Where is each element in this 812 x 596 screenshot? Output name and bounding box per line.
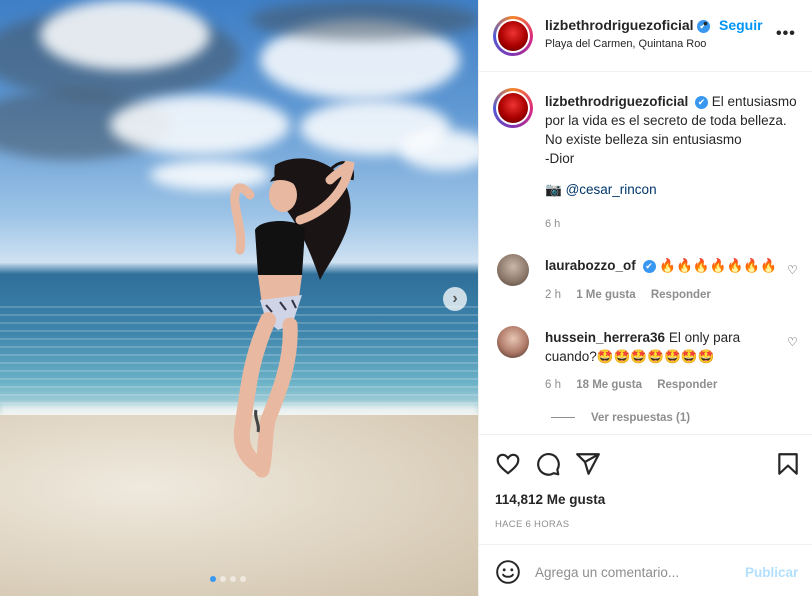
verified-badge-icon: ✔ bbox=[695, 95, 709, 109]
carousel-next-button[interactable]: › bbox=[443, 287, 467, 311]
cloud bbox=[40, 0, 210, 70]
cloud bbox=[250, 0, 478, 40]
header-username-text[interactable]: lizbethrodriguezoficial bbox=[545, 17, 694, 33]
comment-username[interactable]: laurabozzo_of bbox=[545, 258, 636, 273]
avatar-image bbox=[498, 21, 528, 51]
post-panel: lizbethrodriguezoficial ✔ • Seguir Playa … bbox=[478, 0, 812, 596]
comment-avatar[interactable] bbox=[497, 254, 529, 286]
comment-avatar[interactable] bbox=[497, 326, 529, 358]
comment-text: hussein_herrera36 El only para cuando?🤩🤩… bbox=[545, 328, 783, 366]
comment-text: laurabozzo_of ✔ 🔥🔥🔥🔥🔥🔥🔥 bbox=[545, 256, 783, 275]
separator-dot: • bbox=[703, 15, 708, 31]
caption-line: El entusiasmo bbox=[711, 94, 797, 109]
photo-credit: 📷 @cesar_rincon bbox=[545, 182, 657, 198]
comment-time[interactable]: 2 h bbox=[545, 289, 561, 301]
bookmark-icon[interactable] bbox=[775, 451, 801, 477]
caption-text: lizbethrodriguezoficial ✔ El entusiasmo … bbox=[545, 92, 803, 168]
comment-bar: Publicar bbox=[479, 544, 812, 596]
caption-avatar[interactable] bbox=[493, 88, 533, 128]
comment-likes[interactable]: 1 Me gusta bbox=[576, 289, 635, 301]
comment-body: 🔥🔥🔥🔥🔥🔥🔥 bbox=[659, 258, 777, 273]
comment-meta: 6 h 18 Me gusta Responder bbox=[545, 379, 717, 391]
comment-like-heart-icon[interactable]: ♡ bbox=[787, 335, 798, 349]
comment-reply-button[interactable]: Responder bbox=[657, 379, 717, 391]
camera-icon: 📷 bbox=[545, 182, 562, 197]
share-icon[interactable] bbox=[575, 451, 601, 477]
caption-line: No existe belleza sin entusiasmo bbox=[545, 132, 742, 147]
carousel-dot bbox=[220, 576, 226, 582]
comment-likes[interactable]: 18 Me gusta bbox=[576, 379, 642, 391]
comment-time[interactable]: 6 h bbox=[545, 379, 561, 391]
location-link[interactable]: Playa del Carmen, Quintana Roo bbox=[545, 38, 706, 50]
post-header: lizbethrodriguezoficial ✔ • Seguir Playa … bbox=[479, 0, 812, 72]
view-replies-button[interactable]: Ver respuestas (1) bbox=[551, 412, 690, 424]
avatar-border bbox=[496, 19, 530, 53]
post-actions: 114,812 Me gusta HACE 6 HORAS bbox=[479, 434, 812, 544]
verified-badge-icon: ✔ bbox=[642, 259, 656, 273]
comment-username[interactable]: hussein_herrera36 bbox=[545, 330, 665, 345]
post-timestamp[interactable]: HACE 6 HORAS bbox=[495, 519, 569, 530]
post-photo[interactable]: › bbox=[0, 0, 478, 596]
caption-timestamp[interactable]: 6 h bbox=[545, 218, 560, 230]
more-options-icon[interactable]: ••• bbox=[776, 25, 796, 43]
carousel-dot bbox=[230, 576, 236, 582]
avatar-image bbox=[498, 93, 528, 123]
woman-figure bbox=[230, 158, 355, 478]
emoji-icon[interactable] bbox=[495, 559, 521, 585]
comment-reply-button[interactable]: Responder bbox=[651, 289, 711, 301]
follow-button[interactable]: Seguir bbox=[719, 17, 763, 33]
comment-icon[interactable] bbox=[535, 451, 561, 477]
header-username[interactable]: lizbethrodriguezoficial ✔ bbox=[545, 17, 710, 33]
caption-username[interactable]: lizbethrodriguezoficial bbox=[545, 94, 688, 109]
chevron-right-icon: › bbox=[452, 290, 458, 307]
credit-mention-link[interactable]: @cesar_rincon bbox=[566, 182, 657, 197]
caption-line: por la vida es el secreto de toda bellez… bbox=[545, 113, 787, 128]
publish-button[interactable]: Publicar bbox=[745, 565, 798, 580]
avatar-border bbox=[496, 91, 530, 125]
comment-like-heart-icon[interactable]: ♡ bbox=[787, 263, 798, 277]
carousel-dot bbox=[210, 576, 216, 582]
avatar[interactable] bbox=[493, 16, 533, 56]
comment-meta: 2 h 1 Me gusta Responder bbox=[545, 289, 711, 301]
likes-count[interactable]: 114,812 Me gusta bbox=[495, 492, 605, 507]
carousel-dots bbox=[210, 576, 246, 582]
cloud bbox=[400, 130, 478, 170]
comment-input[interactable] bbox=[535, 559, 735, 585]
heart-icon[interactable] bbox=[495, 451, 521, 477]
caption-line: -Dior bbox=[545, 151, 575, 166]
carousel-dot bbox=[240, 576, 246, 582]
instagram-post-modal: › lizbethrodriguezoficial ✔ • Seguir Play… bbox=[0, 0, 812, 596]
